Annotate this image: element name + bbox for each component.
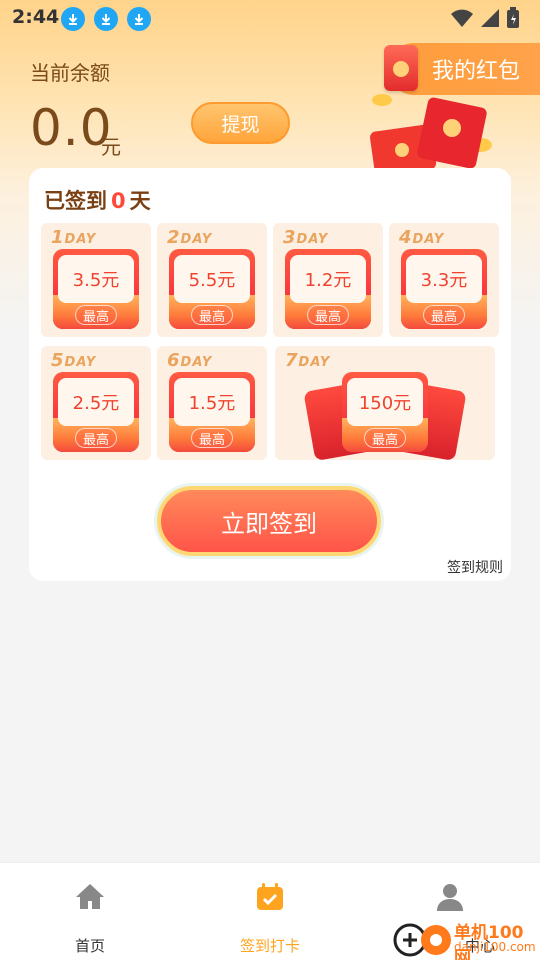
balance-label: 当前余额: [30, 61, 110, 85]
redpacket-tag: 最高: [307, 305, 349, 325]
download-icon: [61, 7, 85, 31]
redpacket-amount: 150元: [347, 378, 423, 426]
wifi-icon: [451, 9, 473, 27]
download-icon: [94, 7, 118, 31]
checkin-card: 已签到 0 天 1DAY 3.5元 最高 2DAY 5.5元 最高 3DAY 1.2…: [29, 168, 511, 581]
checkin-prefix: 已签到: [44, 189, 107, 213]
redpacket: 2.5元 最高: [53, 372, 139, 452]
status-bar: 2:44: [0, 0, 540, 36]
day-label: 5DAY: [51, 350, 97, 371]
redpacket-tag: 最高: [75, 428, 117, 448]
my-redpacket-label: 我的红包: [431, 59, 520, 84]
day-card-2[interactable]: 2DAY 5.5元 最高: [157, 223, 267, 337]
day-card-3[interactable]: 3DAY 1.2元 最高: [273, 223, 383, 337]
nav-checkin[interactable]: 签到打卡: [180, 863, 360, 960]
day-label: 7DAY: [285, 350, 331, 371]
checkin-count: 0: [111, 189, 126, 213]
user-icon: [437, 884, 463, 911]
home-icon: [76, 884, 104, 909]
redpacket-amount: 3.5元: [58, 255, 134, 303]
redpacket-amount: 5.5元: [174, 255, 250, 303]
day-label: 2DAY: [167, 227, 213, 248]
signin-button[interactable]: 立即签到: [157, 486, 381, 556]
nav-home[interactable]: 首页: [0, 863, 180, 960]
redpacket: 5.5元 最高: [169, 249, 255, 329]
day-card-6[interactable]: 6DAY 1.5元 最高: [157, 346, 267, 460]
redpacket-tag: 最高: [364, 428, 406, 448]
day-label: 4DAY: [399, 227, 445, 248]
signin-rules-link[interactable]: 签到规则: [447, 557, 503, 577]
withdraw-button[interactable]: 提现: [191, 102, 290, 144]
day-card-5[interactable]: 5DAY 2.5元 最高: [41, 346, 151, 460]
day-label: 6DAY: [167, 350, 213, 371]
redpacket-tag: 最高: [75, 305, 117, 325]
status-time: 2:44: [12, 6, 60, 28]
redpacket: 3.5元 最高: [53, 249, 139, 329]
redpacket: 3.3元 最高: [401, 249, 487, 329]
day-card-4[interactable]: 4DAY 3.3元 最高: [389, 223, 499, 337]
day-card-7[interactable]: 7DAY 150元 最高: [275, 346, 495, 462]
day-card-1[interactable]: 1DAY 3.5元 最高: [41, 223, 151, 337]
redpacket-icon: [384, 45, 418, 91]
watermark: 单机100网 danji100.com: [390, 916, 540, 960]
redpacket-decoration: [370, 94, 492, 175]
redpacket-amount: 2.5元: [58, 378, 134, 426]
battery-icon: [507, 7, 519, 28]
nav-label: 签到打卡: [239, 937, 300, 955]
day-label: 3DAY: [283, 227, 329, 248]
redpacket: 150元 最高: [342, 372, 428, 452]
checkin-count-text: 已签到 0 天: [44, 185, 151, 215]
calendar-check-icon: [257, 883, 283, 910]
redpacket-amount: 1.5元: [174, 378, 250, 426]
redpacket-amount: 1.2元: [290, 255, 366, 303]
redpacket-tag: 最高: [191, 428, 233, 448]
signal-icon: [481, 9, 499, 27]
watermark-logo-icon: [393, 923, 451, 957]
redpacket-amount: 3.3元: [406, 255, 482, 303]
redpacket: 1.5元 最高: [169, 372, 255, 452]
nav-label: 首页: [74, 937, 105, 955]
checkin-suffix: 天: [129, 189, 151, 213]
redpacket: 1.2元 最高: [285, 249, 371, 329]
download-icon: [127, 7, 151, 31]
redpacket-tag: 最高: [423, 305, 465, 325]
balance-unit: 元: [101, 135, 121, 159]
redpacket-tag: 最高: [191, 305, 233, 325]
watermark-url: danji100.com: [454, 940, 536, 954]
day-label: 1DAY: [51, 227, 97, 248]
